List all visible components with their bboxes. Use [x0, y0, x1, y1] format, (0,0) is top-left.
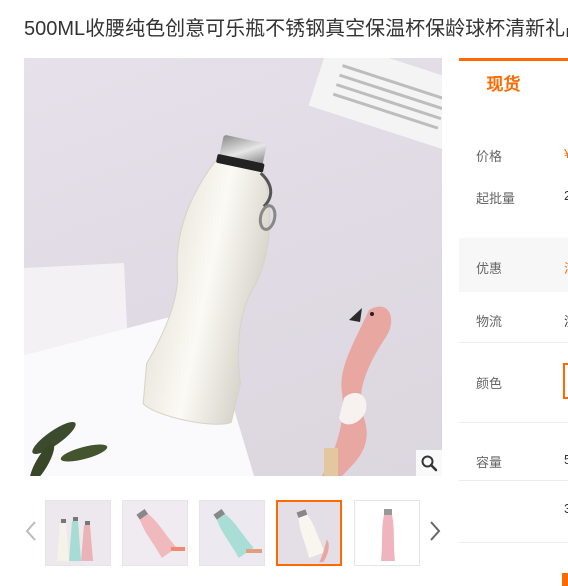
shipping-value: 浙: [564, 311, 568, 330]
capacity-value[interactable]: 5: [564, 452, 568, 467]
promo-value[interactable]: 满: [564, 258, 568, 277]
min-order-label: 起批量: [476, 191, 516, 206]
divider: [459, 480, 568, 481]
divider: [459, 422, 568, 423]
thumbnail-3[interactable]: [199, 500, 265, 566]
price-label: 价格: [476, 149, 503, 164]
promo-label: 优惠: [476, 261, 503, 276]
chevron-left-icon: [25, 521, 36, 541]
product-photo: [24, 58, 442, 476]
thumb-pink-bottle-white-bg-image: [355, 501, 419, 565]
thumb-white-bottle-image: [278, 502, 340, 564]
extra-option-value[interactable]: 3: [564, 501, 568, 516]
zoom-button[interactable]: [416, 450, 442, 476]
color-option[interactable]: [563, 363, 568, 399]
product-title: 500ML收腰纯色创意可乐瓶不锈钢真空保温杯保龄球杯清新礼品: [24, 18, 568, 40]
purchase-panel: 现货 价格 ¥ 起批量 2 优惠 满 物流 浙 颜色 容量 5 3: [459, 58, 568, 586]
thumb-mint-bottle-image: [200, 501, 264, 565]
thumb-next-button[interactable]: [428, 516, 442, 546]
price-value: ¥: [564, 146, 568, 161]
divider: [459, 342, 568, 343]
shipping-label: 物流: [476, 314, 503, 329]
thumbnail-5[interactable]: [354, 500, 420, 566]
thumbnail-2[interactable]: [122, 500, 188, 566]
color-label: 颜色: [476, 376, 503, 391]
divider: [459, 542, 568, 543]
action-button-edge[interactable]: [562, 573, 568, 586]
thumb-three-bottles-image: [46, 501, 110, 565]
thumbnail-1[interactable]: [45, 500, 111, 566]
chevron-right-icon: [430, 521, 441, 541]
main-product-image[interactable]: [24, 58, 442, 476]
capacity-label: 容量: [476, 455, 503, 470]
thumb-pink-bottle-image: [123, 501, 187, 565]
tab-in-stock-label: 现货: [486, 75, 521, 94]
min-order-value: 2: [564, 188, 568, 203]
tab-in-stock[interactable]: 现货: [459, 58, 568, 102]
thumb-prev-button[interactable]: [24, 516, 38, 546]
thumbnail-4[interactable]: [276, 500, 342, 566]
magnifier-icon: [421, 455, 438, 472]
